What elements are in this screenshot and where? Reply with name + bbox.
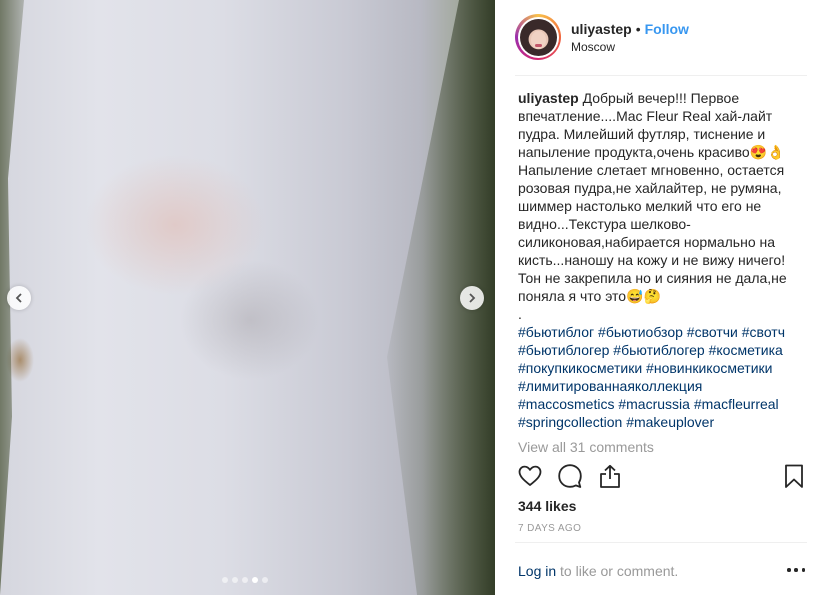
carousel-dot: [232, 577, 238, 583]
heart-icon: [518, 465, 542, 486]
caption-text: пудра. Милейший футляр, тиснение и: [518, 126, 766, 142]
hashtag-line: #maccosmetics #macrussia #macfleurreal: [518, 395, 806, 413]
save-button[interactable]: [781, 463, 807, 489]
carousel-next-button[interactable]: [460, 286, 484, 310]
chevron-left-icon: [15, 293, 22, 303]
caption-line: .: [518, 305, 806, 323]
carousel-indicator: [222, 577, 268, 583]
hashtag-line: #бьютиблог #бьютиобзор #свотчи #свотч: [518, 323, 806, 341]
hashtag-link[interactable]: #makeuplover: [626, 414, 714, 430]
carousel-dot: [252, 577, 258, 583]
caption-line: Напыление слетает мгновенно, остается: [518, 161, 806, 179]
hashtag-link[interactable]: #бьютиблог: [518, 324, 594, 340]
login-prompt-text: to like or comment.: [556, 563, 679, 579]
more-options-button[interactable]: [787, 563, 805, 577]
caption-line: поняла я что это😅🤔: [518, 287, 806, 305]
hashtag-list: #бьютиблог #бьютиобзор #свотчи #свотч #бь…: [518, 323, 806, 431]
caption-text: Добрый вечер!!! Первое: [582, 90, 740, 106]
post-location[interactable]: Moscow: [571, 40, 689, 54]
share-button[interactable]: [597, 463, 623, 489]
caption-text: .: [518, 306, 522, 322]
chevron-right-icon: [469, 293, 476, 303]
caption-text: Тон не закрепила но и сияния не дала,не: [518, 270, 787, 286]
carousel-dot: [262, 577, 268, 583]
login-prompt: Log in to like or comment.: [518, 563, 678, 579]
caption-line: силиконовая,набирается нормально на: [518, 233, 806, 251]
post-photo[interactable]: [0, 0, 495, 595]
like-button[interactable]: [517, 463, 543, 489]
view-all-comments-link[interactable]: View all 31 comments: [518, 439, 654, 455]
caption-text: напыление продукта,очень красиво😍👌: [518, 144, 785, 160]
caption-line: видно...Текстура шелково-: [518, 215, 806, 233]
post-username[interactable]: uliyastep: [571, 21, 632, 37]
hashtag-link[interactable]: #macrussia: [618, 396, 690, 412]
hashtag-line: #лимитированнаяколлекция: [518, 377, 806, 395]
hashtag-link[interactable]: #покупкикосметики: [518, 360, 642, 376]
avatar[interactable]: [519, 18, 557, 56]
caption-username[interactable]: uliyastep: [518, 90, 579, 106]
hashtag-link[interactable]: #свотчи: [687, 324, 738, 340]
more-dots-icon: [787, 568, 791, 572]
caption-line: напыление продукта,очень красиво😍👌: [518, 143, 806, 161]
caption-text: впечатление....Mac Fleur Real хай-лайт: [518, 108, 773, 124]
separator-bullet: •: [635, 20, 641, 37]
hashtag-line: #бьютиблогер #бьютиблогер #косметика: [518, 341, 806, 359]
hashtag-line: #springcollection #makeuplover: [518, 413, 806, 431]
hashtag-link[interactable]: #бьютиблогер: [613, 342, 704, 358]
hashtag-link[interactable]: #косметика: [709, 342, 783, 358]
carousel-dot: [242, 577, 248, 583]
hashtag-link[interactable]: #бьютиобзор: [598, 324, 683, 340]
caption-line: Тон не закрепила но и сияния не дала,не: [518, 269, 806, 287]
hashtag-link[interactable]: #macfleurreal: [694, 396, 779, 412]
caption-line: розовая пудра,не хайлайтер, не румяна,: [518, 179, 806, 197]
hashtag-link[interactable]: #maccosmetics: [518, 396, 614, 412]
caption-line: кисть...наношу на кожу и не вижу ничего!: [518, 251, 806, 269]
hashtag-link[interactable]: #springcollection: [518, 414, 622, 430]
carousel-prev-button[interactable]: [7, 286, 31, 310]
hashtag-link[interactable]: #новинкикосметики: [646, 360, 772, 376]
caption-line: шиммер настолько мелкий что его не: [518, 197, 806, 215]
hashtag-line: #покупкикосметики #новинкикосметики: [518, 359, 806, 377]
follow-button[interactable]: Follow: [645, 21, 689, 37]
action-bar: [517, 463, 807, 489]
caption-line: впечатление....Mac Fleur Real хай-лайт: [518, 107, 806, 125]
caption-text: шиммер настолько мелкий что его не: [518, 198, 762, 214]
caption-text: поняла я что это😅🤔: [518, 288, 661, 304]
caption-text: розовая пудра,не хайлайтер, не румяна,: [518, 180, 782, 196]
caption-text: Напыление слетает мгновенно, остается: [518, 162, 785, 178]
caption-line: uliyastep Добрый вечер!!! Первое: [518, 89, 806, 107]
caption-text: видно...Текстура шелково-: [518, 216, 691, 232]
login-link[interactable]: Log in: [518, 563, 556, 579]
caption-text: кисть...наношу на кожу и не вижу ничего!: [518, 252, 786, 268]
carousel-dot: [222, 577, 228, 583]
comment-button[interactable]: [557, 463, 583, 489]
bookmark-icon: [785, 464, 803, 488]
share-icon: [600, 464, 620, 488]
likes-count[interactable]: 344 likes: [518, 498, 576, 514]
caption-line: пудра. Милейший футляр, тиснение и: [518, 125, 806, 143]
avatar-story-ring[interactable]: [515, 14, 561, 60]
caption-text: силиконовая,набирается нормально на: [518, 234, 776, 250]
footer-divider: [515, 542, 807, 543]
header-divider: [515, 75, 807, 76]
hashtag-link[interactable]: #свотч: [742, 324, 785, 340]
hashtag-link[interactable]: #лимитированнаяколлекция: [518, 378, 702, 394]
post-header: uliyastep • Follow Moscow: [515, 14, 689, 60]
post-sidebar: uliyastep • Follow Moscow uliyastep Добр…: [495, 0, 829, 595]
post-caption: uliyastep Добрый вечер!!! Первое впечатле…: [518, 89, 806, 431]
post-timestamp: 7 DAYS AGO: [518, 523, 582, 534]
comment-icon: [558, 464, 582, 488]
hashtag-link[interactable]: #бьютиблогер: [518, 342, 609, 358]
